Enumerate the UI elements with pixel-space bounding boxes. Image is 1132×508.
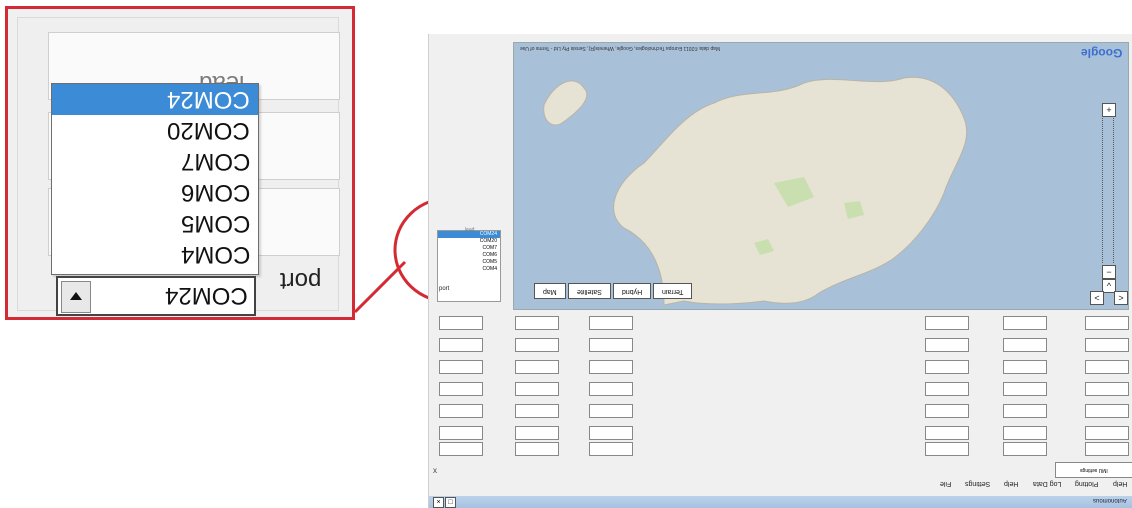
- maximize-icon[interactable]: □: [445, 497, 456, 508]
- value-field[interactable]: [439, 426, 483, 440]
- mini-port-option[interactable]: COM5: [438, 259, 500, 266]
- port-option[interactable]: COM20: [52, 115, 258, 146]
- tab-imu-settings[interactable]: IMU settings: [1055, 462, 1132, 478]
- value-field[interactable]: [439, 360, 483, 374]
- map-type-button[interactable]: Satellite: [567, 283, 611, 299]
- value-field[interactable]: [925, 360, 969, 374]
- mini-port-label: port: [439, 286, 450, 292]
- value-field[interactable]: [515, 338, 559, 352]
- value-field[interactable]: [1085, 382, 1129, 396]
- value-field[interactable]: [439, 442, 483, 456]
- value-field[interactable]: [515, 404, 559, 418]
- value-field[interactable]: [439, 316, 483, 330]
- port-label: port: [280, 267, 322, 294]
- zoom-callout: lead COM24 COM20 COM7 COM6 COM5 COM4 COM…: [5, 6, 355, 320]
- land-shape: [543, 76, 968, 306]
- value-field[interactable]: [1003, 442, 1047, 456]
- callout-frame: lead COM24 COM20 COM7 COM6 COM5 COM4 COM…: [17, 17, 340, 316]
- value-field[interactable]: [1003, 360, 1047, 374]
- mini-port-option[interactable]: COM4: [438, 266, 500, 273]
- menu-item[interactable]: Plotting: [1075, 480, 1098, 487]
- menu-item[interactable]: File: [940, 480, 951, 487]
- pan-right-icon[interactable]: >: [1114, 291, 1128, 305]
- value-field[interactable]: [1085, 404, 1129, 418]
- chevron-up-icon[interactable]: [61, 281, 91, 313]
- value-field[interactable]: [515, 382, 559, 396]
- value-field[interactable]: [1085, 338, 1129, 352]
- value-field[interactable]: [925, 338, 969, 352]
- value-field[interactable]: [515, 316, 559, 330]
- value-field[interactable]: [925, 442, 969, 456]
- map-type-bar: Map Satellite Hybrid Terrain: [534, 283, 693, 299]
- value-field[interactable]: [925, 426, 969, 440]
- value-field[interactable]: [515, 442, 559, 456]
- port-select[interactable]: COM24: [56, 276, 256, 316]
- port-option[interactable]: COM6: [52, 177, 258, 208]
- port-option[interactable]: COM7: [52, 146, 258, 177]
- value-field[interactable]: [439, 382, 483, 396]
- zoom-in-icon[interactable]: +: [1102, 103, 1116, 117]
- value-field[interactable]: [589, 382, 633, 396]
- title-bar: × □ Autonomous: [429, 496, 1132, 508]
- zoom-out-icon[interactable]: −: [1102, 265, 1116, 279]
- value-field[interactable]: [1085, 316, 1129, 330]
- value-field[interactable]: [1003, 404, 1047, 418]
- value-field[interactable]: [439, 338, 483, 352]
- value-field[interactable]: [1085, 442, 1129, 456]
- menu-bar: File Settings Help Log Data Plotting Hel…: [940, 480, 1127, 487]
- menu-item[interactable]: Settings: [965, 480, 990, 487]
- mini-port-option[interactable]: COM6: [438, 252, 500, 259]
- map-type-button[interactable]: Terrain: [652, 283, 693, 299]
- map-attribution: Map data ©2011 Europa Technologies, Goog…: [520, 45, 721, 51]
- value-field[interactable]: [1003, 426, 1047, 440]
- value-field[interactable]: [1003, 382, 1047, 396]
- port-select-value: COM24: [165, 282, 248, 309]
- pan-left-icon[interactable]: <: [1090, 291, 1104, 305]
- mini-port-option[interactable]: COM7: [438, 245, 500, 252]
- port-option[interactable]: COM5: [52, 208, 258, 239]
- value-field[interactable]: [589, 404, 633, 418]
- value-field[interactable]: [589, 360, 633, 374]
- close-icon[interactable]: x: [433, 466, 437, 475]
- value-field[interactable]: [925, 404, 969, 418]
- menu-item[interactable]: Help: [1004, 480, 1018, 487]
- port-option[interactable]: COM24: [52, 84, 258, 115]
- zoom-slider[interactable]: [1102, 113, 1114, 263]
- value-field[interactable]: [589, 316, 633, 330]
- value-field[interactable]: [439, 404, 483, 418]
- value-field[interactable]: [589, 338, 633, 352]
- close-icon[interactable]: ×: [433, 497, 444, 508]
- value-field[interactable]: [1085, 426, 1129, 440]
- menu-item[interactable]: Help: [1113, 480, 1127, 487]
- value-field[interactable]: [515, 360, 559, 374]
- menu-item[interactable]: Log Data: [1033, 480, 1061, 487]
- value-field[interactable]: [589, 442, 633, 456]
- port-option[interactable]: COM4: [52, 239, 258, 270]
- window-title: Autonomous: [1093, 497, 1127, 503]
- value-field[interactable]: [515, 426, 559, 440]
- value-field[interactable]: [1085, 360, 1129, 374]
- value-field[interactable]: [1003, 316, 1047, 330]
- google-logo: Google: [1080, 46, 1122, 60]
- mini-port-option[interactable]: COM20: [438, 238, 500, 245]
- value-field[interactable]: [1003, 338, 1047, 352]
- value-field[interactable]: [925, 316, 969, 330]
- mini-lead-label: lead: [465, 227, 475, 233]
- value-field[interactable]: [925, 382, 969, 396]
- value-field[interactable]: [589, 426, 633, 440]
- map-type-button[interactable]: Map: [534, 283, 566, 299]
- map-view[interactable]: Map data ©2011 Europa Technologies, Goog…: [513, 42, 1129, 310]
- map-type-button[interactable]: Hybrid: [612, 283, 651, 299]
- app-window: COM24 COM20 COM7 COM6 COM5 COM4 port lea…: [428, 34, 1132, 508]
- port-dropdown-list[interactable]: COM24 COM20 COM7 COM6 COM5 COM4: [51, 83, 259, 275]
